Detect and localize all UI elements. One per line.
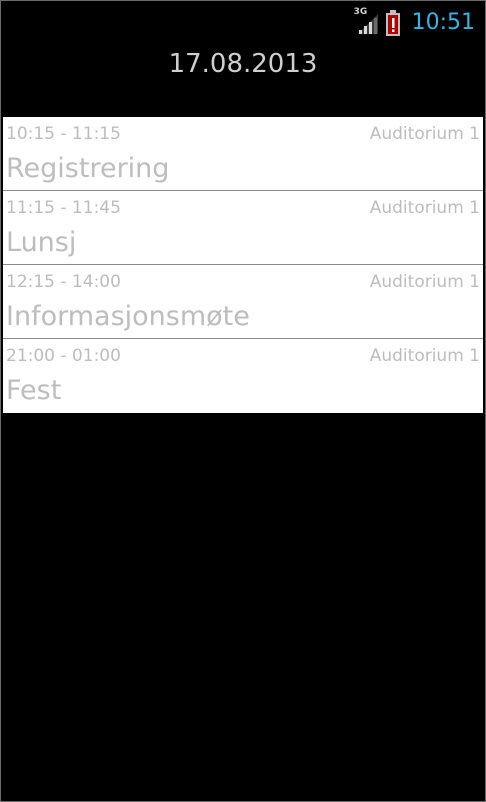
event-title: Registrering bbox=[6, 153, 170, 184]
status-clock: 10:51 bbox=[411, 10, 475, 35]
event-time: 12:15 - 14:00 bbox=[6, 272, 121, 292]
event-room: Auditorium 1 bbox=[369, 346, 480, 366]
event-room: Auditorium 1 bbox=[369, 198, 480, 218]
event-time: 21:00 - 01:00 bbox=[6, 346, 121, 366]
event-time: 10:15 - 11:15 bbox=[6, 124, 121, 144]
page-title: 17.08.2013 bbox=[168, 49, 318, 79]
event-title: Lunsj bbox=[6, 227, 77, 258]
status-icons: 3G 10:51 bbox=[353, 7, 475, 38]
event-title: Informasjonsmøte bbox=[6, 301, 250, 332]
list-item[interactable]: 12:15 - 14:00 Auditorium 1 Informasjonsm… bbox=[3, 265, 483, 339]
event-list: 10:15 - 11:15 Auditorium 1 Registrering … bbox=[3, 117, 483, 413]
event-room: Auditorium 1 bbox=[369, 124, 480, 144]
signal-icon: 3G bbox=[353, 7, 380, 36]
battery-alert-icon bbox=[385, 10, 400, 36]
status-bar: 3G 10:51 bbox=[1, 1, 485, 45]
list-item[interactable]: 21:00 - 01:00 Auditorium 1 Fest bbox=[3, 339, 483, 413]
event-time: 11:15 - 11:45 bbox=[6, 198, 121, 218]
list-item[interactable]: 10:15 - 11:15 Auditorium 1 Registrering bbox=[3, 117, 483, 191]
event-title: Fest bbox=[6, 375, 62, 406]
app-screen: 3G 10:51 17.08.2013 10:15 - 11:15 Audito… bbox=[0, 0, 486, 802]
list-item[interactable]: 11:15 - 11:45 Auditorium 1 Lunsj bbox=[3, 191, 483, 265]
network-type-label: 3G bbox=[353, 7, 368, 17]
event-room: Auditorium 1 bbox=[369, 272, 480, 292]
